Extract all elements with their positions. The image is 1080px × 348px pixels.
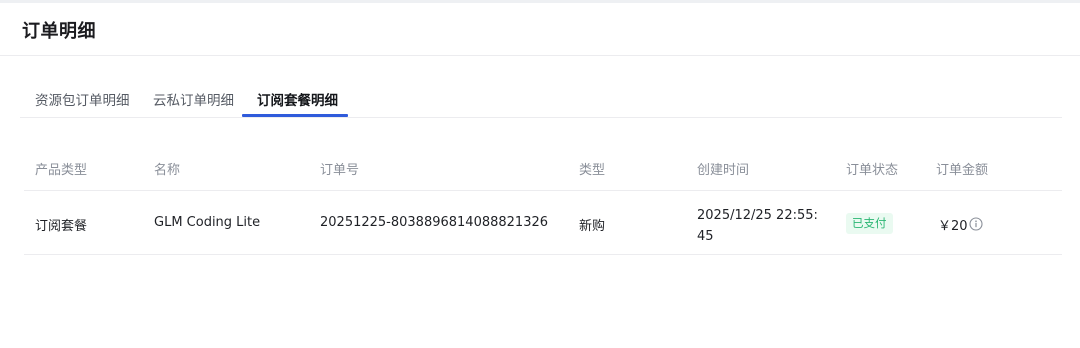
cell-amount: ￥20 bbox=[938, 219, 968, 234]
cell-order-no: 20251225-8038896814088821326 bbox=[320, 215, 549, 230]
table-header: 产品类型 名称 订单号 类型 创建时间 订单状态 订单金额 bbox=[24, 148, 1062, 191]
tab-subscription-orders[interactable]: 订阅套餐明细 bbox=[257, 89, 338, 109]
tab-bar: 资源包订单明细 云私订单明细 订阅套餐明细 bbox=[20, 80, 1062, 118]
status-badge: 已支付 bbox=[846, 213, 893, 234]
cell-name: GLM Coding Lite bbox=[154, 215, 261, 230]
cell-created-at: 2025/12/25 22:55:45 bbox=[697, 208, 818, 244]
active-tab-indicator bbox=[242, 114, 348, 117]
page-header: 订单明细 bbox=[0, 3, 1080, 56]
column-header-status: 订单状态 bbox=[846, 163, 899, 178]
orders-table: 产品类型 名称 订单号 类型 创建时间 订单状态 订单金额 订阅套餐 GLM C… bbox=[24, 148, 1062, 255]
column-header-name: 名称 bbox=[154, 163, 181, 178]
column-header-type: 类型 bbox=[579, 163, 606, 178]
tab-resource-package-orders[interactable]: 资源包订单明细 bbox=[35, 89, 130, 109]
info-circle-icon[interactable] bbox=[969, 216, 983, 231]
cell-type: 新购 bbox=[579, 219, 606, 234]
tab-private-cloud-orders[interactable]: 云私订单明细 bbox=[153, 89, 234, 109]
column-header-created-at: 创建时间 bbox=[697, 163, 750, 178]
column-header-amount: 订单金额 bbox=[936, 163, 989, 178]
cell-product-type: 订阅套餐 bbox=[35, 219, 88, 234]
table-row: 订阅套餐 GLM Coding Lite 20251225-8038896814… bbox=[24, 191, 1062, 255]
column-header-order-no: 订单号 bbox=[320, 163, 360, 178]
page-title: 订单明细 bbox=[22, 21, 96, 42]
column-header-product-type: 产品类型 bbox=[35, 163, 88, 178]
